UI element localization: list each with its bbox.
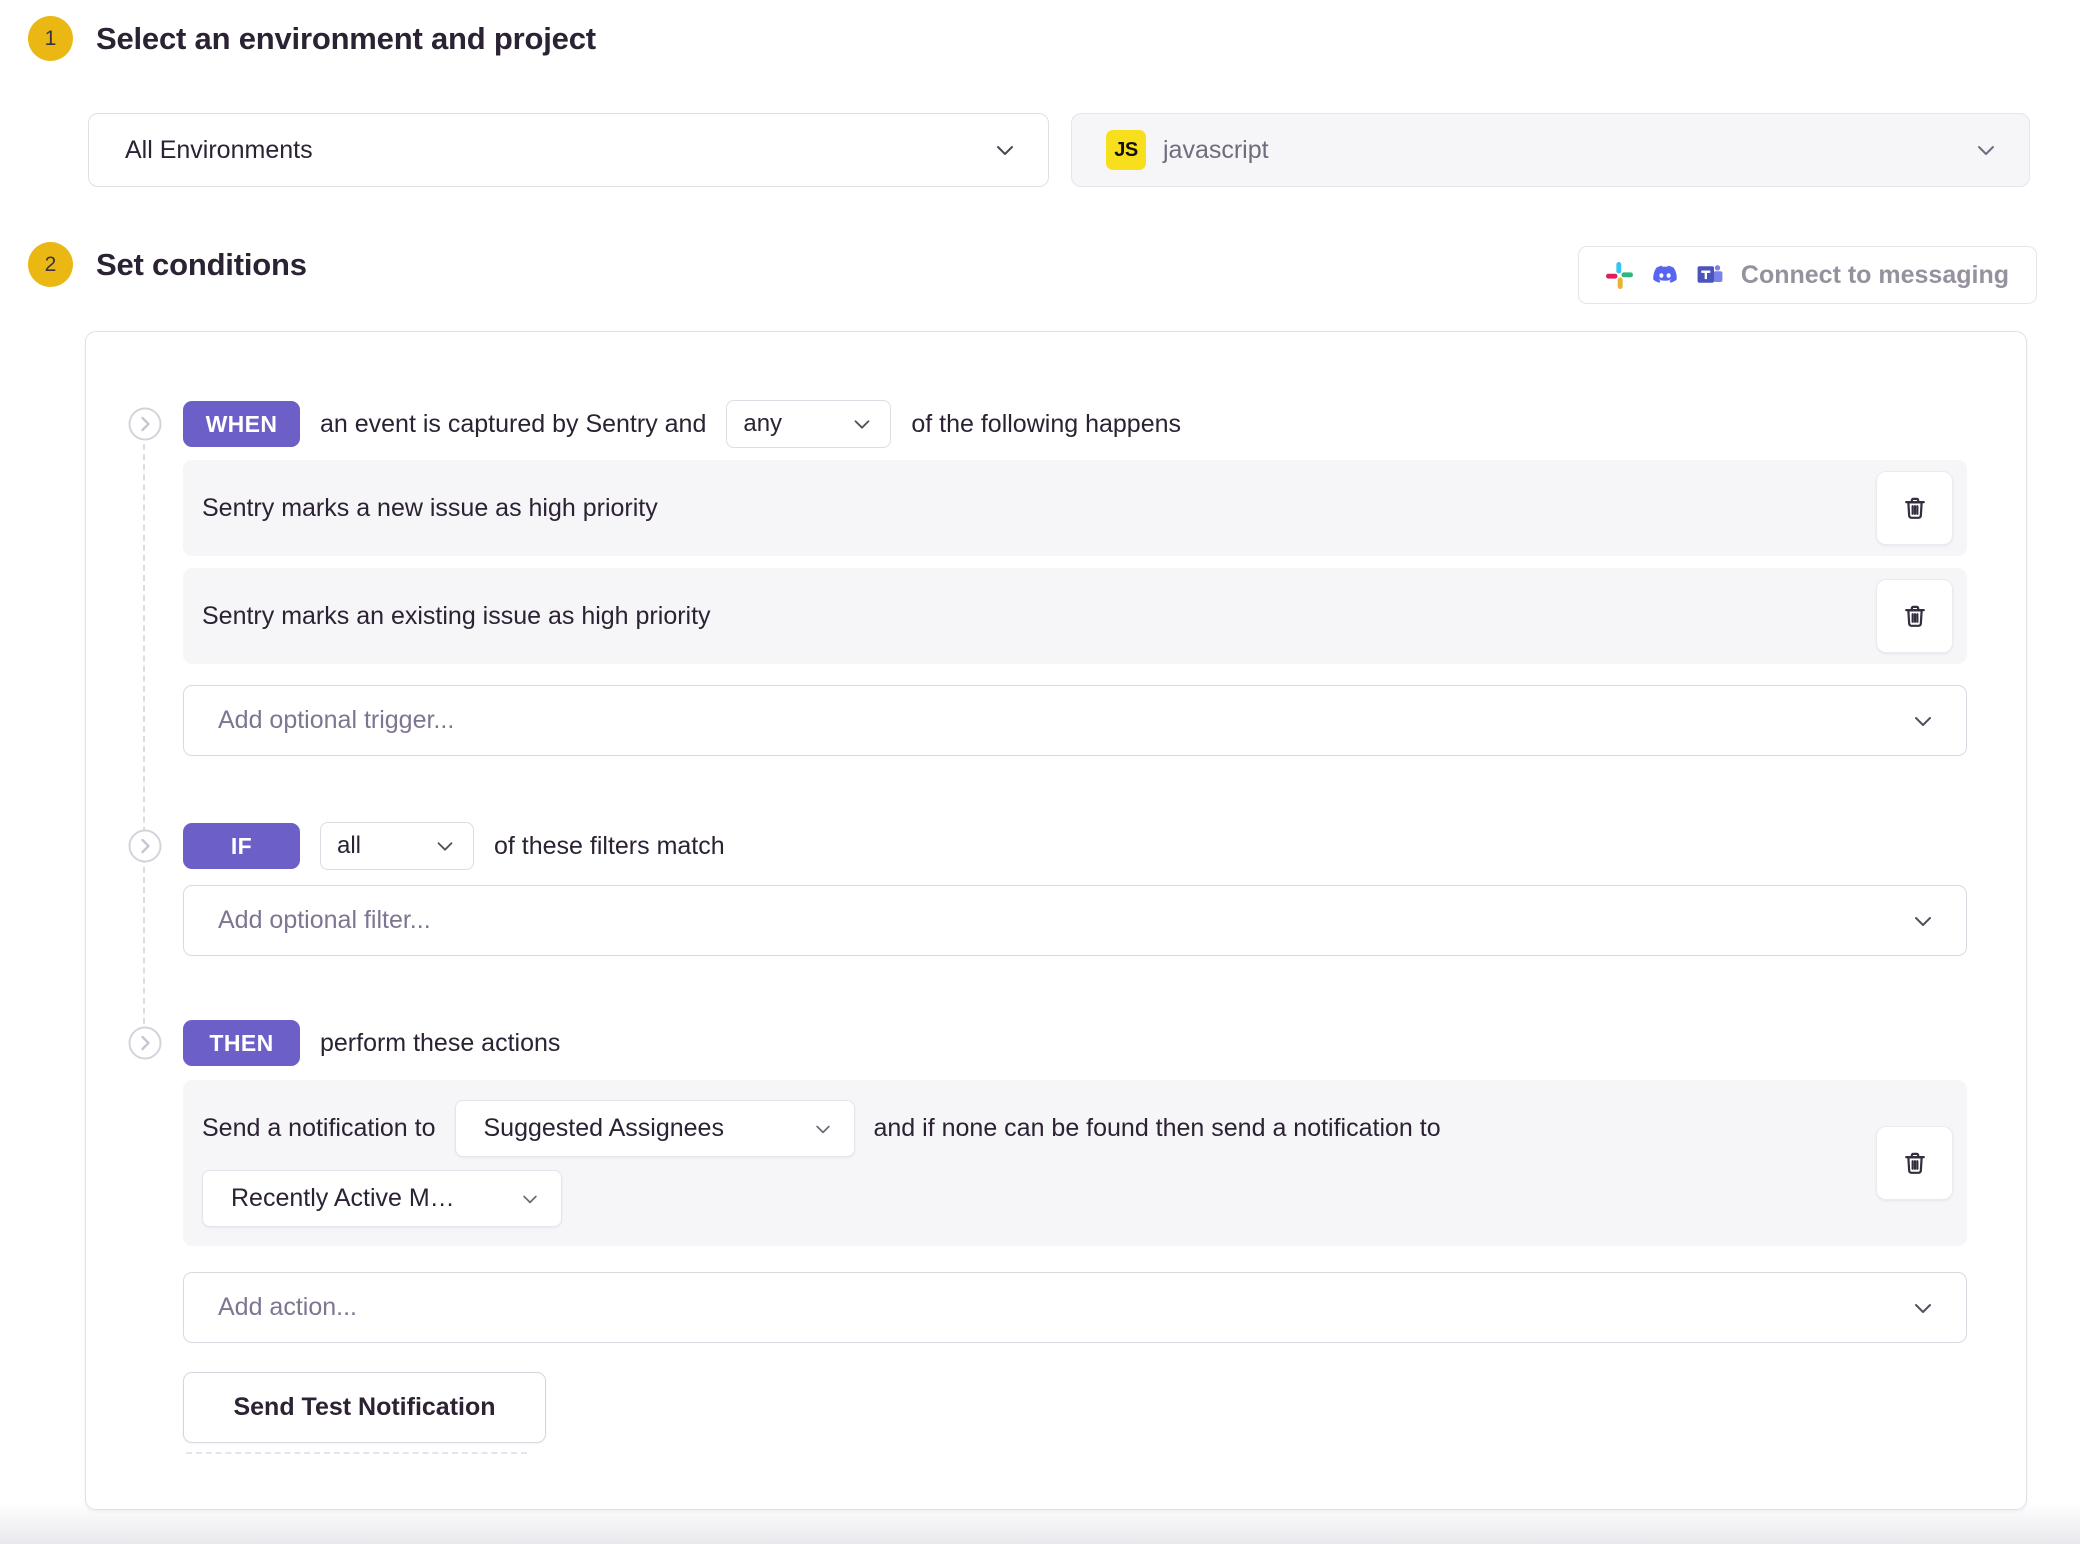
- trash-icon: [1901, 602, 1929, 630]
- add-action-select[interactable]: Add action...: [183, 1272, 1967, 1343]
- environment-select[interactable]: All Environments: [88, 113, 1049, 187]
- chevron-down-icon: [850, 412, 874, 436]
- connect-to-messaging-label: Connect to messaging: [1741, 261, 2009, 290]
- collapse-chevron-icon[interactable]: [128, 829, 162, 863]
- collapse-chevron-icon[interactable]: [128, 407, 162, 441]
- alert-rule-setup-page: 1 Select an environment and project All …: [0, 0, 2080, 1544]
- if-clause-header: IF all of these filters match: [183, 823, 1967, 869]
- action-text-before: Send a notification to: [202, 1114, 436, 1143]
- step2-number-badge: 2: [28, 242, 73, 287]
- step1-number: 1: [45, 27, 57, 51]
- chevron-down-icon: [433, 834, 457, 858]
- add-optional-trigger-select[interactable]: Add optional trigger...: [183, 685, 1967, 756]
- then-badge: THEN: [183, 1020, 300, 1066]
- notification-target-value: Suggested Assignees: [484, 1114, 724, 1143]
- step-connector-line: [143, 424, 145, 1044]
- then-clause-header: THEN perform these actions: [183, 1020, 1967, 1066]
- condition-row: Sentry marks a new issue as high priorit…: [183, 460, 1967, 556]
- delete-condition-button[interactable]: [1876, 579, 1953, 653]
- when-match-select[interactable]: any: [726, 400, 891, 448]
- notification-action-row: Send a notification to Suggested Assigne…: [183, 1080, 1967, 1246]
- if-match-value: all: [337, 832, 361, 860]
- delete-condition-button[interactable]: [1876, 471, 1953, 545]
- javascript-platform-icon: JS: [1106, 130, 1146, 170]
- if-text-after: of these filters match: [494, 832, 725, 861]
- then-text-after: perform these actions: [320, 1029, 560, 1058]
- chevron-down-icon: [1910, 908, 1936, 934]
- discord-icon: [1650, 263, 1680, 287]
- chevron-down-icon: [812, 1118, 834, 1140]
- delete-action-button[interactable]: [1876, 1126, 1953, 1200]
- if-match-select[interactable]: all: [320, 822, 474, 870]
- environment-project-row: All Environments JS javascript: [88, 113, 2030, 187]
- fallback-target-select[interactable]: Recently Active M…: [202, 1170, 562, 1227]
- chevron-down-icon: [1910, 708, 1936, 734]
- slack-icon: [1606, 262, 1633, 289]
- ms-teams-icon: [1697, 262, 1724, 289]
- condition-label: Sentry marks a new issue as high priorit…: [202, 494, 1876, 523]
- condition-row: Sentry marks an existing issue as high p…: [183, 568, 1967, 664]
- condition-label: Sentry marks an existing issue as high p…: [202, 602, 1876, 631]
- conditions-panel: WHEN an event is captured by Sentry and …: [85, 331, 2027, 1510]
- when-badge: WHEN: [183, 401, 300, 447]
- add-action-placeholder: Add action...: [218, 1293, 357, 1322]
- chevron-down-icon: [519, 1188, 541, 1210]
- step2-number: 2: [45, 253, 57, 277]
- when-clause-header: WHEN an event is captured by Sentry and …: [183, 401, 1967, 447]
- connect-to-messaging-button[interactable]: Connect to messaging: [1578, 246, 2037, 304]
- action-line-1: Send a notification to Suggested Assigne…: [202, 1100, 1857, 1157]
- chevron-down-icon: [1910, 1295, 1936, 1321]
- step1-header: 1 Select an environment and project: [28, 16, 596, 61]
- chevron-down-icon: [1973, 137, 1999, 163]
- send-test-notification-button[interactable]: Send Test Notification: [183, 1372, 546, 1443]
- step2-title: Set conditions: [96, 247, 307, 283]
- fallback-target-value: Recently Active M…: [231, 1184, 455, 1213]
- if-badge: IF: [183, 823, 300, 869]
- action-text-between: and if none can be found then send a not…: [874, 1114, 1441, 1143]
- step1-title: Select an environment and project: [96, 21, 596, 57]
- collapse-chevron-icon[interactable]: [128, 1026, 162, 1060]
- drop-placeholder-line: [186, 1452, 527, 1454]
- add-filter-placeholder: Add optional filter...: [218, 906, 431, 935]
- environment-select-value: All Environments: [125, 136, 313, 165]
- add-optional-filter-select[interactable]: Add optional filter...: [183, 885, 1967, 956]
- when-text-after: of the following happens: [911, 410, 1181, 439]
- notification-target-select[interactable]: Suggested Assignees: [455, 1100, 855, 1157]
- step1-number-badge: 1: [28, 16, 73, 61]
- trash-icon: [1901, 1149, 1929, 1177]
- when-match-value: any: [743, 410, 782, 438]
- chevron-down-icon: [992, 137, 1018, 163]
- add-trigger-placeholder: Add optional trigger...: [218, 706, 454, 735]
- when-text-before: an event is captured by Sentry and: [320, 410, 706, 439]
- step2-header: 2 Set conditions: [28, 242, 307, 287]
- action-line-2: Recently Active M…: [202, 1170, 1857, 1227]
- project-select-value: javascript: [1163, 136, 1269, 165]
- project-select[interactable]: JS javascript: [1071, 113, 2030, 187]
- trash-icon: [1901, 494, 1929, 522]
